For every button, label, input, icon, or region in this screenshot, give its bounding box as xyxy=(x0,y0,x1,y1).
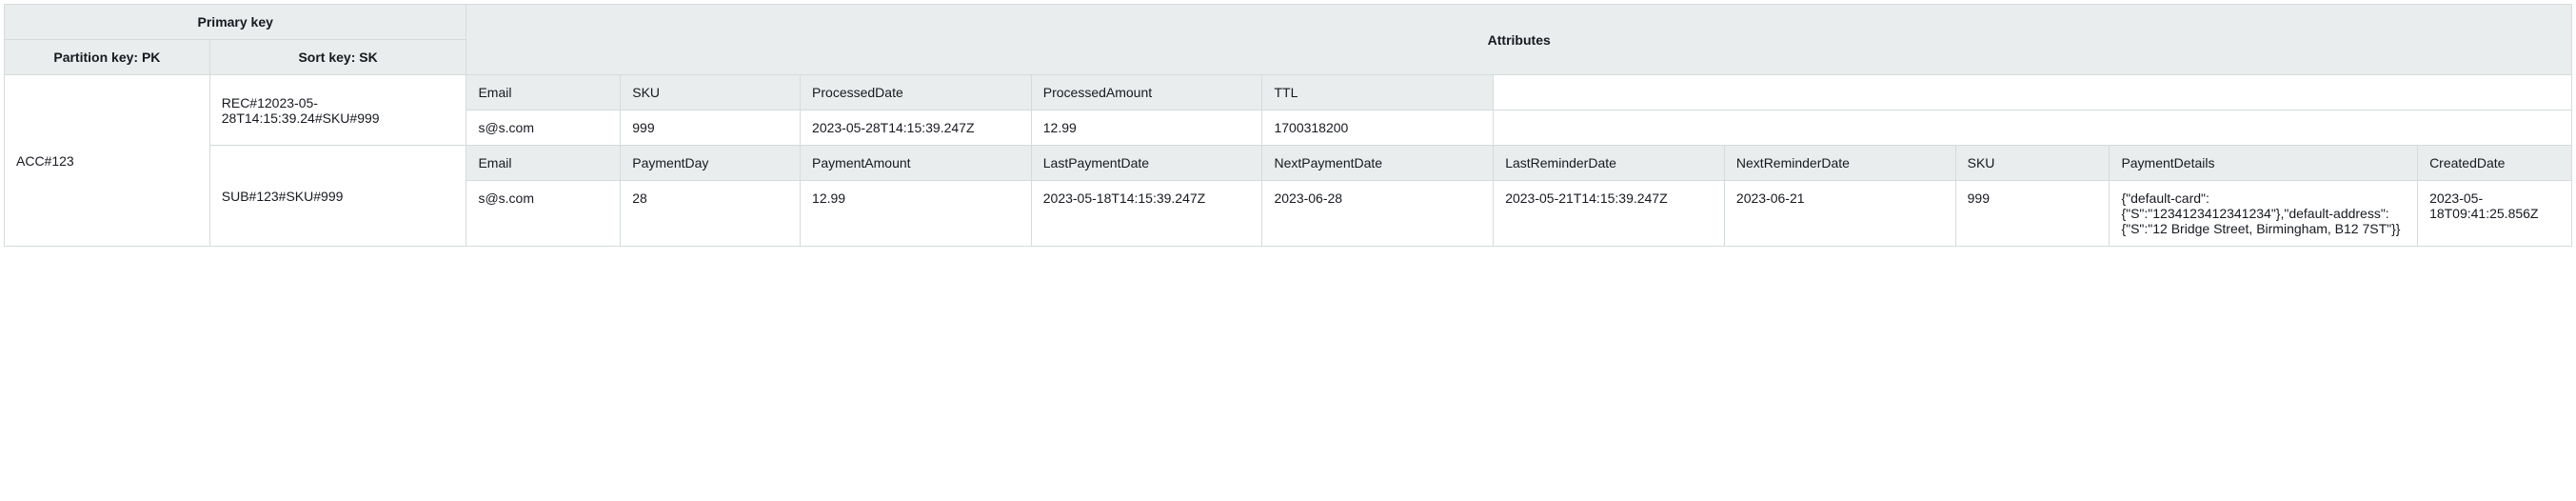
attr-value-sku: 999 xyxy=(1955,181,2110,247)
attr-value-payment-details: {"default-card":{"S":"1234123412341234"}… xyxy=(2110,181,2418,247)
attr-value-processed-amount: 12.99 xyxy=(1031,110,1262,146)
sort-key-value: REC#12023-05-28T14:15:39.24#SKU#999 xyxy=(209,75,466,146)
attr-value-sku: 999 xyxy=(621,110,801,146)
attr-header-payment-details: PaymentDetails xyxy=(2110,146,2418,181)
attr-header-last-payment-date: LastPaymentDate xyxy=(1031,146,1262,181)
sort-key-value: SUB#123#SKU#999 xyxy=(209,146,466,247)
attr-value-payment-amount: 12.99 xyxy=(801,181,1032,247)
attr-value-next-payment-date: 2023-06-28 xyxy=(1262,181,1494,247)
partition-key-value: ACC#123 xyxy=(5,75,210,247)
table-row: SUB#123#SKU#999 Email PaymentDay Payment… xyxy=(5,146,2572,181)
attr-value-ttl: 1700318200 xyxy=(1262,110,1494,146)
attributes-header: Attributes xyxy=(466,5,2572,75)
attr-header-email: Email xyxy=(466,146,621,181)
attr-header-email: Email xyxy=(466,75,621,110)
attr-header-ttl: TTL xyxy=(1262,75,1494,110)
attr-header-sku: SKU xyxy=(621,75,801,110)
attr-value-last-payment-date: 2023-05-18T14:15:39.247Z xyxy=(1031,181,1262,247)
attr-header-payment-day: PaymentDay xyxy=(621,146,801,181)
attr-value-last-reminder-date: 2023-05-21T14:15:39.247Z xyxy=(1494,181,1725,247)
attr-value-email: s@s.com xyxy=(466,181,621,247)
attr-header-sku: SKU xyxy=(1955,146,2110,181)
attr-header-last-reminder-date: LastReminderDate xyxy=(1494,146,1725,181)
attr-value-payment-day: 28 xyxy=(621,181,801,247)
empty-cell xyxy=(1494,75,2572,110)
primary-key-header: Primary key xyxy=(5,5,466,40)
attr-value-next-reminder-date: 2023-06-21 xyxy=(1724,181,1955,247)
attr-value-email: s@s.com xyxy=(466,110,621,146)
attr-value-processed-date: 2023-05-28T14:15:39.247Z xyxy=(801,110,1032,146)
header-row-1: Primary key Attributes xyxy=(5,5,2572,40)
attr-header-created-date: CreatedDate xyxy=(2418,146,2572,181)
sort-key-header: Sort key: SK xyxy=(209,40,466,75)
attr-header-processed-amount: ProcessedAmount xyxy=(1031,75,1262,110)
table-row: ACC#123 REC#12023-05-28T14:15:39.24#SKU#… xyxy=(5,75,2572,110)
attr-header-payment-amount: PaymentAmount xyxy=(801,146,1032,181)
dynamodb-table: Primary key Attributes Partition key: PK… xyxy=(4,4,2572,247)
partition-key-header: Partition key: PK xyxy=(5,40,210,75)
attr-value-created-date: 2023-05-18T09:41:25.856Z xyxy=(2418,181,2572,247)
attr-header-next-reminder-date: NextReminderDate xyxy=(1724,146,1955,181)
attr-header-processed-date: ProcessedDate xyxy=(801,75,1032,110)
empty-cell xyxy=(1494,110,2572,146)
attr-header-next-payment-date: NextPaymentDate xyxy=(1262,146,1494,181)
